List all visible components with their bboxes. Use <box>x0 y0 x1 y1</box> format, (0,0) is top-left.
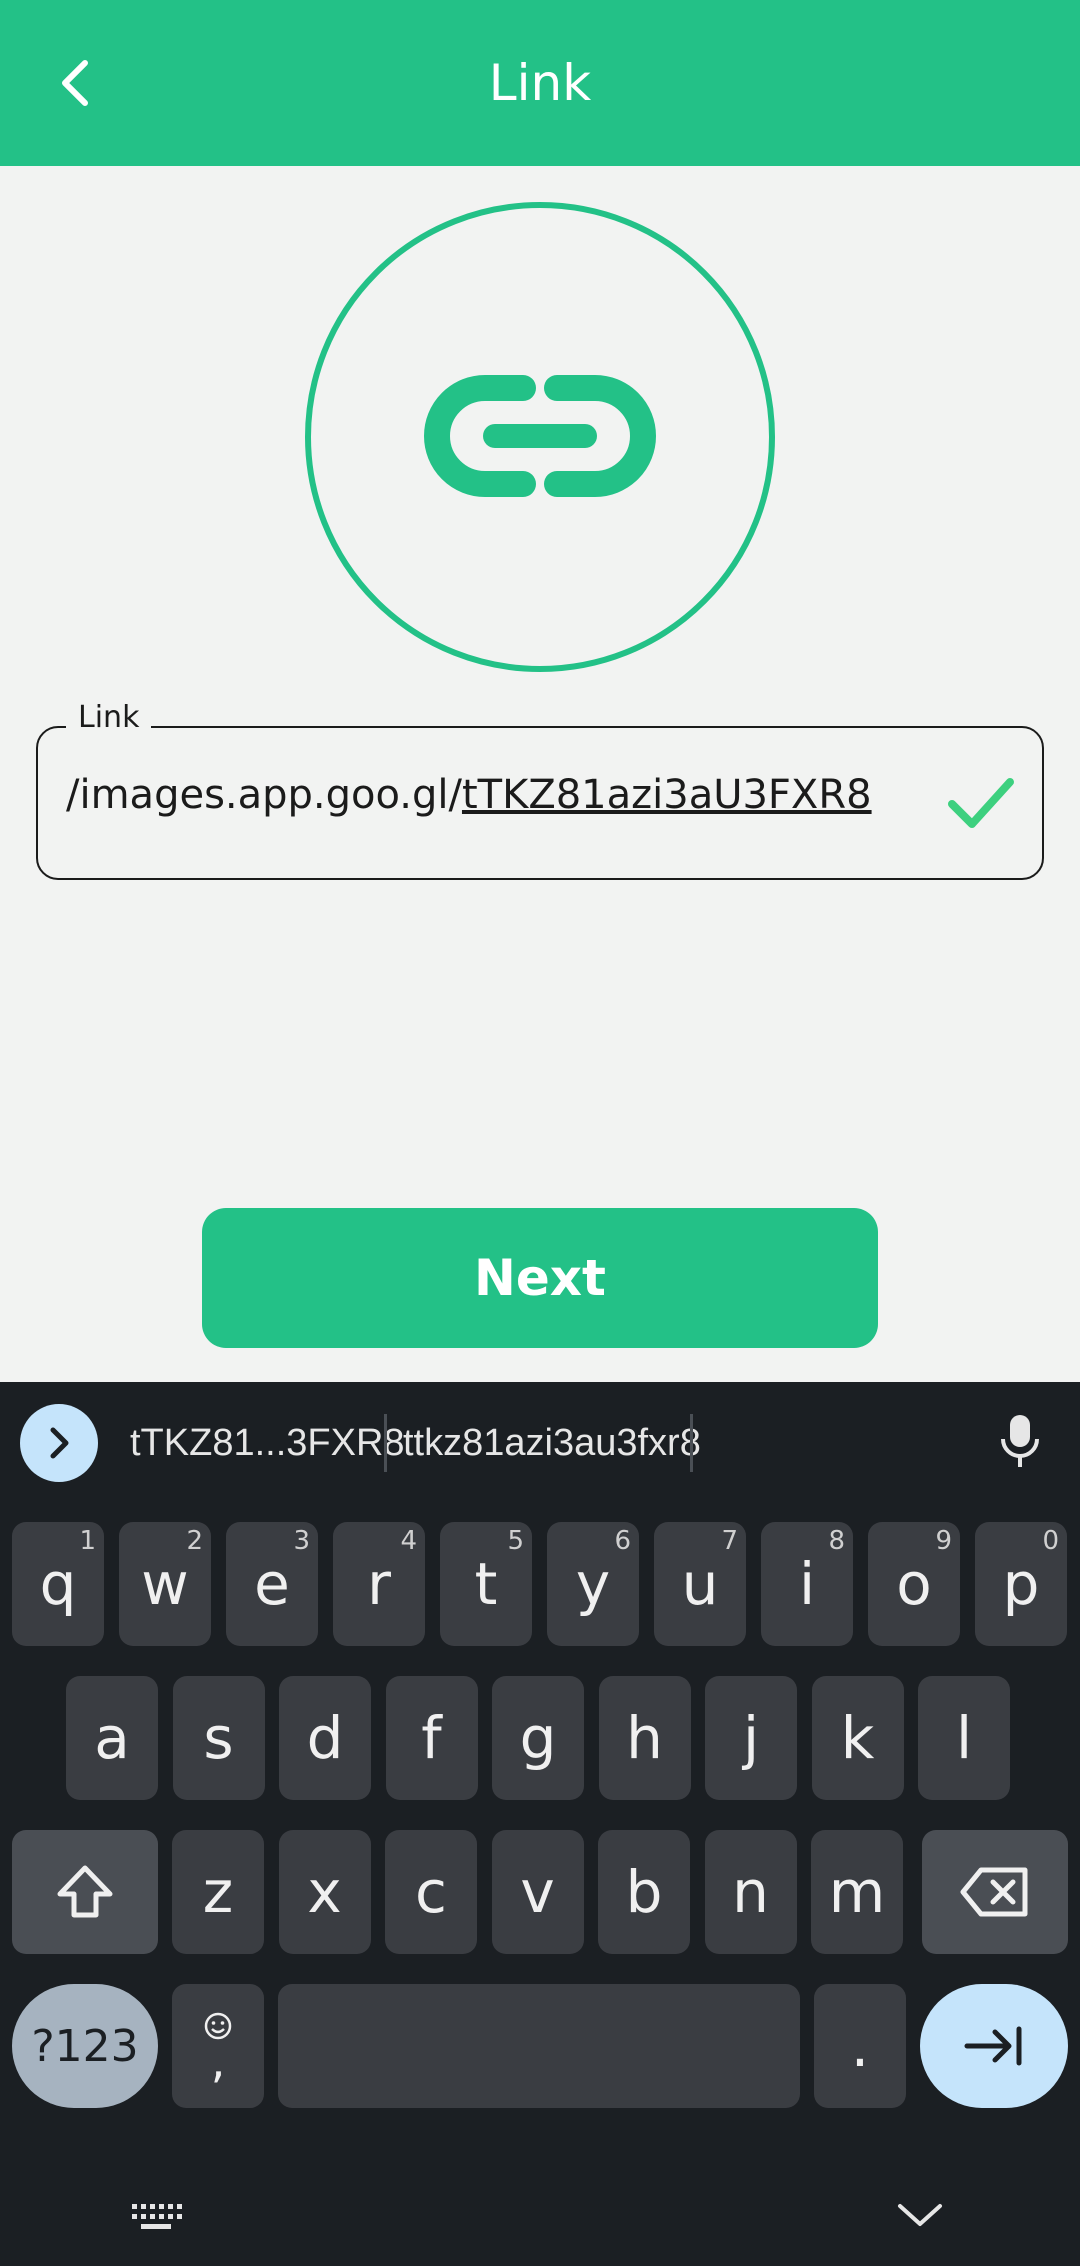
key-p[interactable]: p0 <box>975 1522 1067 1646</box>
key-hint: 4 <box>400 1526 417 1556</box>
key-e[interactable]: e3 <box>226 1522 318 1646</box>
key-t[interactable]: t5 <box>440 1522 532 1646</box>
link-input[interactable]: /images.app.goo.gl/tTKZ81azi3aU3FXR8 <box>66 772 946 818</box>
key-label: s <box>203 1704 234 1772</box>
key-hint: 2 <box>186 1526 203 1556</box>
key-z[interactable]: z <box>172 1830 264 1954</box>
key-label: o <box>896 1550 932 1618</box>
key-m[interactable]: m <box>811 1830 903 1954</box>
key-r[interactable]: r4 <box>333 1522 425 1646</box>
key-label: n <box>732 1858 769 1926</box>
key-hint: 5 <box>507 1526 524 1556</box>
backspace-key[interactable] <box>922 1830 1068 1954</box>
key-label: v <box>520 1858 555 1926</box>
key-label: t <box>474 1550 498 1618</box>
link-field[interactable]: Link /images.app.goo.gl/tTKZ81azi3aU3FXR… <box>36 700 1044 880</box>
key-v[interactable]: v <box>491 1830 584 1954</box>
key-u[interactable]: u7 <box>654 1522 746 1646</box>
key-f[interactable]: f <box>385 1676 478 1800</box>
key-label: a <box>94 1704 130 1772</box>
key-n[interactable]: n <box>704 1830 797 1954</box>
expand-suggestions-button[interactable] <box>20 1404 98 1482</box>
key-hint: 1 <box>79 1526 96 1556</box>
key-label: c <box>415 1858 447 1926</box>
app-bar: Link <box>0 0 1080 166</box>
key-label: e <box>254 1550 290 1618</box>
key-label: j <box>742 1704 760 1772</box>
key-label: u <box>681 1550 719 1618</box>
keyboard-switch-button[interactable] <box>130 2202 182 2237</box>
key-label: d <box>306 1704 344 1772</box>
keyboard-icon <box>132 2204 182 2229</box>
key-label: p <box>1002 1550 1040 1618</box>
symbols-key[interactable]: ?123 <box>12 1984 158 2108</box>
soft-keyboard: tTKZ81...3FXR8 ttkz81azi3au3fxr8 q1w2e3r… <box>0 1382 1080 2266</box>
key-label: h <box>626 1704 663 1772</box>
key-o[interactable]: o9 <box>868 1522 960 1646</box>
key-hint: 0 <box>1042 1526 1059 1556</box>
key-j[interactable]: j <box>705 1676 797 1800</box>
key-d[interactable]: d <box>279 1676 371 1800</box>
comma-label: , <box>210 2034 226 2088</box>
key-w[interactable]: w2 <box>119 1522 211 1646</box>
key-x[interactable]: x <box>278 1830 371 1954</box>
key-label: y <box>575 1550 611 1618</box>
key-i[interactable]: i8 <box>761 1522 853 1646</box>
key-l[interactable]: l <box>918 1676 1010 1800</box>
page-title: Link <box>488 54 592 112</box>
chevron-right-icon <box>50 1427 69 1459</box>
key-label: x <box>307 1858 342 1926</box>
next-field-key[interactable] <box>920 1984 1068 2108</box>
key-hint: 8 <box>828 1526 845 1556</box>
chevron-down-icon <box>898 2204 942 2226</box>
suggestion-divider <box>384 1414 387 1472</box>
key-label: f <box>421 1704 442 1772</box>
key-label: m <box>828 1858 886 1926</box>
tab-arrow-icon <box>964 2026 1022 2066</box>
key-label: g <box>519 1704 557 1772</box>
link-input-prefix: /images.app.goo.gl/ <box>66 772 462 818</box>
suggestion-1[interactable]: tTKZ81...3FXR8 <box>130 1412 405 1474</box>
link-illustration <box>305 202 775 672</box>
suggestion-divider <box>690 1414 693 1472</box>
key-label: k <box>840 1704 875 1772</box>
key-g[interactable]: g <box>492 1676 584 1800</box>
next-button[interactable]: Next <box>202 1208 878 1348</box>
key-hint: 6 <box>614 1526 631 1556</box>
key-hint: 7 <box>721 1526 738 1556</box>
voice-input-button[interactable] <box>990 1412 1050 1472</box>
key-k[interactable]: k <box>811 1676 904 1800</box>
key-label: b <box>625 1858 663 1926</box>
backspace-icon <box>960 1867 1028 1917</box>
link-icon <box>424 375 656 497</box>
key-q[interactable]: q1 <box>12 1522 104 1646</box>
shift-key[interactable] <box>12 1830 158 1954</box>
key-y[interactable]: y6 <box>547 1522 639 1646</box>
link-field-label: Link <box>66 700 152 735</box>
key-hint: 9 <box>935 1526 952 1556</box>
key-label: i <box>798 1550 816 1618</box>
hide-keyboard-button[interactable] <box>896 2200 944 2235</box>
space-key[interactable] <box>278 1984 800 2108</box>
suggestion-bar: tTKZ81...3FXR8 ttkz81azi3au3fxr8 <box>0 1382 1080 1502</box>
key-a[interactable]: a <box>66 1676 158 1800</box>
key-hint: 3 <box>293 1526 310 1556</box>
suggestion-2[interactable]: ttkz81azi3au3fxr8 <box>403 1412 701 1474</box>
key-c[interactable]: c <box>385 1830 477 1954</box>
key-h[interactable]: h <box>598 1676 691 1800</box>
check-icon <box>948 778 1014 828</box>
key-s[interactable]: s <box>172 1676 265 1800</box>
key-label: z <box>202 1858 234 1926</box>
key-label: l <box>955 1704 973 1772</box>
comma-emoji-key[interactable]: , <box>172 1984 264 2108</box>
key-label: w <box>141 1550 189 1618</box>
shift-icon <box>57 1865 113 1918</box>
link-input-underlined: tTKZ81azi3aU3FXR8 <box>461 772 872 818</box>
period-key[interactable]: . <box>814 1984 906 2108</box>
key-b[interactable]: b <box>598 1830 690 1954</box>
key-label: q <box>39 1550 77 1618</box>
key-label: r <box>367 1550 391 1618</box>
microphone-icon <box>1001 1415 1039 1467</box>
